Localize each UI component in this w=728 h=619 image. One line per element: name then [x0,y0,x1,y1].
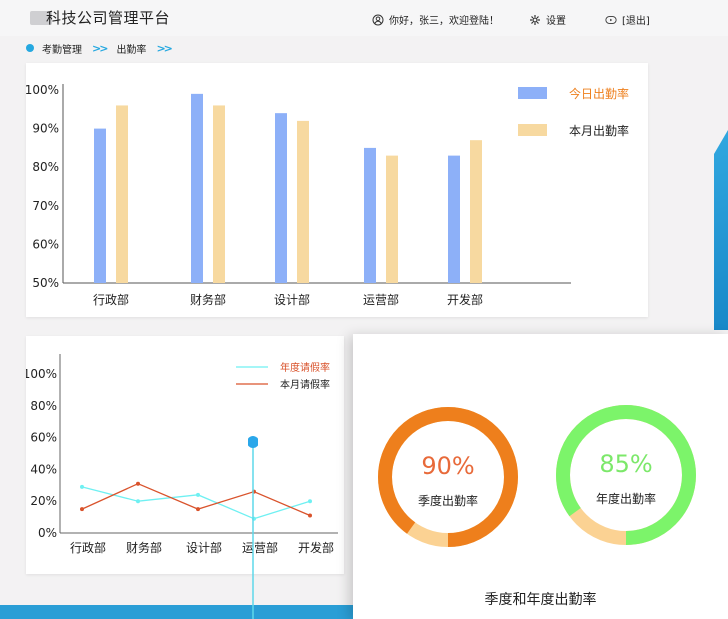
leave-line-chart: 0%20%40%60%80%100%行政部 财务部 设计部 运营部 开发部年度请假率本月… [23,354,338,555]
y-tick-label: 50% [32,276,59,290]
user-icon [372,14,384,25]
y-tick-label: 90% [32,122,59,136]
chevron-right-icon: >> [92,41,109,55]
line-point [80,484,84,489]
y-tick-label: 60% [32,237,59,251]
line-point [136,481,140,486]
donut-name-label: 年度出勤率 [596,491,656,506]
attendance-bar-chart: 50% 60% 70% 80% 90% 100% 行政部 财务部 设计部 运营部 开发部 今日出勤率本… [25,83,629,307]
y-tick-label: 60% [30,431,57,445]
bar-today [94,128,106,283]
x-tick-label: 财务部 [126,540,162,555]
line-point [196,492,200,497]
leave-line-chart-card: 0% 20% 40% 60% 80% 100% 行政部 财务部 设计部 运营部 开发部 年度请假率 本月… [23,336,344,574]
attendance-donut-charts: 90% 季度出勤率 85% 年度出勤率 [378,405,696,547]
top-header: 科技公司管理平台 你好，张三，欢迎登陆！ 设置 [退出] [0,0,728,36]
bar-month [213,105,225,283]
breadcrumb-level2[interactable]: 出勤率 [116,41,146,56]
donut-name-label: 季度出勤率 [418,493,478,508]
logout-label: [退出] [622,16,650,27]
legend-label: 本月请假率 [280,378,330,391]
line-point [308,499,312,504]
donut-percent-label: 85% [599,450,652,478]
bar-today [448,155,460,283]
donut-percent-label: 90% [421,452,474,480]
line-point [136,499,140,504]
bar-month [470,140,482,283]
settings-link[interactable]: 设置 [529,12,566,27]
bottom-bar [0,605,353,619]
breadcrumb: 考勤管理 >> 出勤率 >> [26,40,181,56]
x-tick-label: 财务部 [190,292,226,307]
bar-today [191,93,203,283]
legend-swatch [518,87,547,99]
bar-today [275,113,287,283]
y-tick-label: 0% [38,526,57,540]
x-tick-label: 运营部 [363,292,399,307]
decorative-stripe [714,130,728,330]
legend-label: 今日出勤率 [569,86,629,101]
logout-link[interactable]: [退出] [605,12,650,27]
line-series [81,483,311,517]
settings-label: 设置 [546,16,566,27]
line-point [308,513,312,518]
line-series [81,486,311,520]
legend-label: 本月出勤率 [569,123,629,138]
legend-swatch [518,124,547,136]
line-point [80,507,84,512]
x-tick-label: 开发部 [298,540,334,555]
y-tick-label: 70% [32,199,59,213]
chevron-right-icon: >> [156,41,173,55]
bar-month [386,155,398,283]
donut-chart-title: 季度和年度出勤率 [484,592,597,608]
user-greeting: 你好，张三，欢迎登陆！ [372,12,499,27]
y-tick-label: 80% [32,160,59,174]
y-tick-label: 80% [30,399,57,413]
line-point [196,507,200,512]
logout-icon [605,15,617,24]
x-tick-label: 行政部 [70,540,106,555]
greeting-text: 你好，张三，欢迎登陆！ [389,16,499,27]
x-tick-label: 开发部 [447,292,483,307]
hover-indicator [248,436,258,619]
hover-dot [248,436,258,448]
gear-icon [530,14,540,25]
breadcrumb-level1[interactable]: 考勤管理 [42,41,82,56]
bar-month [297,120,309,283]
breadcrumb-dot-icon [26,44,34,52]
attendance-donut-card: 90% 季度出勤率 85% 年度出勤率 季度和年度出勤率 [353,334,728,619]
attendance-bar-chart-card: 50% 60% 70% 80% 90% 100% 行政部 财务部 设计部 运营部 开发部 今日出勤率本… [25,63,648,317]
y-tick-label: 100% [26,367,57,381]
x-tick-label: 行政部 [93,292,129,307]
y-tick-label: 40% [30,462,57,476]
legend-label: 年度请假率 [280,361,330,374]
bar-month [116,105,128,283]
y-tick-label: 100% [26,83,59,97]
app-title: 科技公司管理平台 [46,9,171,27]
bar-today [364,147,376,283]
x-tick-label: 设计部 [186,540,222,555]
y-tick-label: 20% [30,494,57,508]
x-tick-label: 设计部 [274,292,310,307]
